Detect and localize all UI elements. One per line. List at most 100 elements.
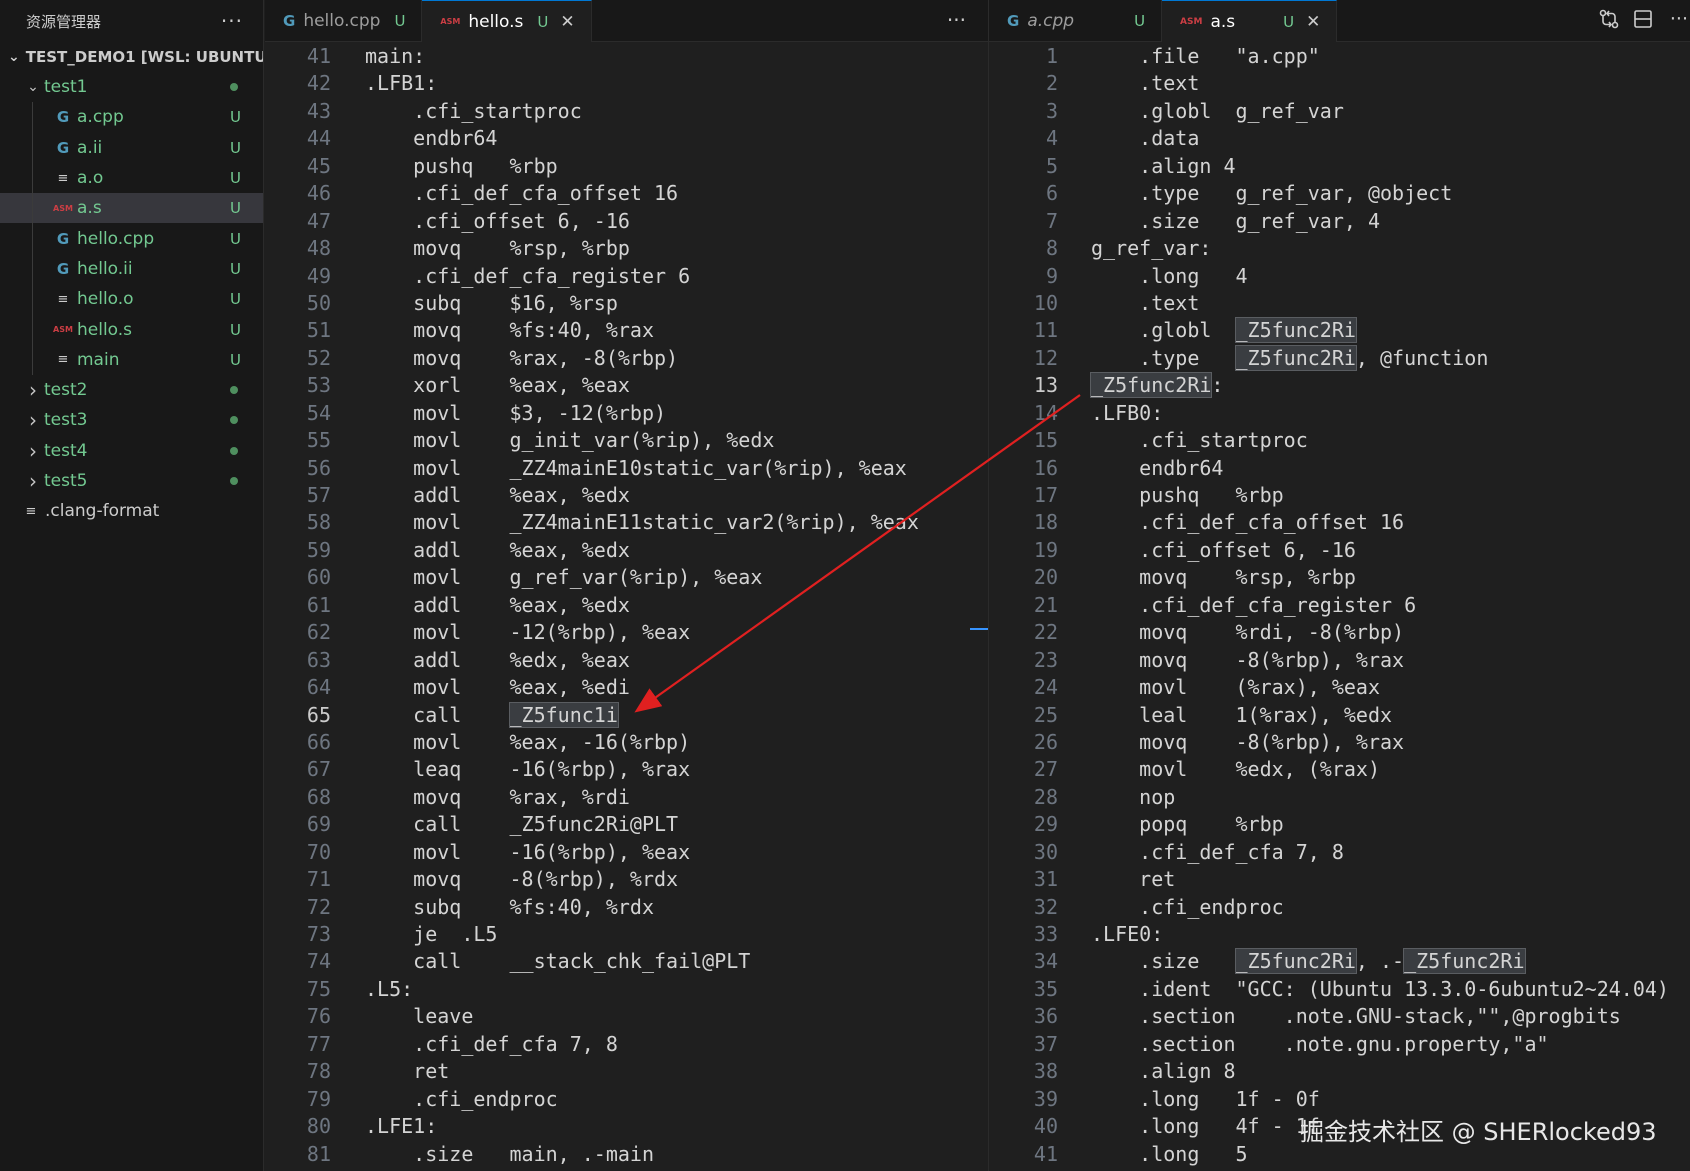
- explorer-more-actions-icon[interactable]: ···: [221, 9, 243, 33]
- tab-a-cpp[interactable]: G a.cpp U: [989, 0, 1163, 42]
- code-line[interactable]: 79 .cfi_endproc: [265, 1086, 988, 1113]
- code-line[interactable]: 71 movq -8(%rbp), %rdx: [265, 866, 988, 893]
- code-line[interactable]: 55 movl g_init_var(%rip), %edx: [265, 427, 988, 454]
- code-line[interactable]: 2 .text: [989, 70, 1690, 97]
- code-line[interactable]: 69 call _Z5func2Ri@PLT: [265, 811, 988, 838]
- code-line[interactable]: 19 .cfi_offset 6, -16: [989, 537, 1690, 564]
- code-line[interactable]: 52 movq %rax, -8(%rbp): [265, 345, 988, 372]
- code-line[interactable]: 57 addl %eax, %edx: [265, 482, 988, 509]
- code-line[interactable]: 49 .cfi_def_cfa_register 6: [265, 263, 988, 290]
- tree-item[interactable]: ASM hello.s U: [0, 314, 263, 345]
- code-line[interactable]: 3 .globl g_ref_var: [989, 98, 1690, 125]
- code-line[interactable]: 81 .size main, .-main: [265, 1141, 988, 1168]
- code-line[interactable]: 29 popq %rbp: [989, 811, 1690, 838]
- code-line[interactable]: 42 .LFB1:: [265, 70, 988, 97]
- right-code-editor[interactable]: 1 .file "a.cpp" 2 .text 3 .globl g_ref_var…: [989, 43, 1690, 1171]
- code-line[interactable]: 73 je .L5: [265, 921, 988, 948]
- code-line[interactable]: 54 movl $3, -12(%rbp): [265, 400, 988, 427]
- tab-a-s[interactable]: ASM a.s U ✕: [1162, 0, 1338, 42]
- code-line[interactable]: 38 .align 8: [989, 1058, 1690, 1085]
- tree-item[interactable]: Ghello.cpp U: [0, 223, 263, 254]
- code-line[interactable]: 67 leaq -16(%rbp), %rax: [265, 756, 988, 783]
- code-line[interactable]: 45 pushq %rbp: [265, 153, 988, 180]
- code-line[interactable]: 13 _Z5func2Ri:: [989, 372, 1690, 399]
- tree-item[interactable]: Ga.ii U: [0, 132, 263, 163]
- code-line[interactable]: 65 call _Z5func1i: [265, 701, 988, 729]
- compare-changes-icon[interactable]: [1598, 8, 1620, 35]
- code-line[interactable]: 68 movq %rax, %rdi: [265, 784, 988, 811]
- code-line[interactable]: 31 ret: [989, 866, 1690, 893]
- code-line[interactable]: 32 .cfi_endproc: [989, 894, 1690, 921]
- code-line[interactable]: 63 addl %edx, %eax: [265, 647, 988, 674]
- tree-item[interactable]: › test3: [0, 405, 263, 435]
- code-line[interactable]: 74 call __stack_chk_fail@PLT: [265, 948, 988, 975]
- code-line[interactable]: 62 movl -12(%rbp), %eax: [265, 619, 988, 646]
- code-line[interactable]: 12 .type _Z5func2Ri, @function: [989, 344, 1690, 372]
- code-line[interactable]: 47 .cfi_offset 6, -16: [265, 208, 988, 235]
- code-line[interactable]: 77 .cfi_def_cfa 7, 8: [265, 1031, 988, 1058]
- code-line[interactable]: 75 .L5:: [265, 976, 988, 1003]
- code-line[interactable]: 41 main:: [265, 43, 988, 70]
- left-code-editor[interactable]: 41 main: 42 .LFB1: 43 .cfi_startproc 44 endbr…: [265, 43, 988, 1171]
- workspace-root[interactable]: ⌄ TEST_DEMO1 [WSL: UBUNTU-2...: [0, 42, 263, 72]
- code-line[interactable]: 20 movq %rsp, %rbp: [989, 564, 1690, 591]
- close-icon[interactable]: ✕: [1306, 12, 1320, 32]
- tree-item[interactable]: › test5: [0, 466, 263, 496]
- code-line[interactable]: 48 movq %rsp, %rbp: [265, 235, 988, 262]
- code-line[interactable]: 46 .cfi_def_cfa_offset 16: [265, 180, 988, 207]
- code-line[interactable]: 26 movq -8(%rbp), %rax: [989, 729, 1690, 756]
- tab-hello-cpp[interactable]: G hello.cpp U: [265, 0, 423, 42]
- code-line[interactable]: 21 .cfi_def_cfa_register 6: [989, 592, 1690, 619]
- code-line[interactable]: 28 nop: [989, 784, 1690, 811]
- code-line[interactable]: 37 .section .note.gnu.property,"a": [989, 1031, 1690, 1058]
- tree-item[interactable]: ASM a.s U: [0, 193, 263, 224]
- code-line[interactable]: 60 movl g_ref_var(%rip), %eax: [265, 564, 988, 591]
- code-line[interactable]: 43 .cfi_startproc: [265, 98, 988, 125]
- code-line[interactable]: 30 .cfi_def_cfa 7, 8: [989, 839, 1690, 866]
- code-line[interactable]: 35 .ident "GCC: (Ubuntu 13.3.0-6ubuntu2~…: [989, 976, 1690, 1003]
- tree-item[interactable]: ⌄ test1: [0, 72, 263, 102]
- tree-item[interactable]: ≡ hello.o U: [0, 284, 263, 315]
- code-line[interactable]: 50 subq $16, %rsp: [265, 290, 988, 317]
- code-line[interactable]: 58 movl _ZZ4mainE11static_var2(%rip), %e…: [265, 509, 988, 536]
- code-line[interactable]: 24 movl (%rax), %eax: [989, 674, 1690, 701]
- tree-item[interactable]: ≡ .clang-format: [0, 496, 263, 526]
- split-editor-icon[interactable]: [1632, 8, 1654, 35]
- code-line[interactable]: 33 .LFE0:: [989, 921, 1690, 948]
- tree-item[interactable]: › test4: [0, 436, 263, 466]
- code-line[interactable]: 18 .cfi_def_cfa_offset 16: [989, 509, 1690, 536]
- tree-item[interactable]: ≡ a.o U: [0, 162, 263, 194]
- code-line[interactable]: 16 endbr64: [989, 455, 1690, 482]
- code-line[interactable]: 15 .cfi_startproc: [989, 427, 1690, 454]
- code-line[interactable]: 51 movq %fs:40, %rax: [265, 317, 988, 344]
- code-line[interactable]: 6 .type g_ref_var, @object: [989, 180, 1690, 207]
- code-line[interactable]: 39 .long 1f - 0f: [989, 1086, 1690, 1113]
- code-line[interactable]: 22 movq %rdi, -8(%rbp): [989, 619, 1690, 646]
- code-line[interactable]: 1 .file "a.cpp": [989, 43, 1690, 70]
- code-line[interactable]: 4 .data: [989, 125, 1690, 152]
- code-line[interactable]: 10 .text: [989, 290, 1690, 317]
- tree-item[interactable]: › test2: [0, 375, 263, 405]
- code-line[interactable]: 80 .LFE1:: [265, 1113, 988, 1140]
- code-line[interactable]: 17 pushq %rbp: [989, 482, 1690, 509]
- tab-hello-s[interactable]: ASM hello.s U ✕: [422, 0, 592, 42]
- code-line[interactable]: 56 movl _ZZ4mainE10static_var(%rip), %ea…: [265, 455, 988, 482]
- tree-item[interactable]: Ghello.ii U: [0, 253, 263, 285]
- code-line[interactable]: 72 subq %fs:40, %rdx: [265, 894, 988, 921]
- code-line[interactable]: 70 movl -16(%rbp), %eax: [265, 839, 988, 866]
- code-line[interactable]: 59 addl %eax, %edx: [265, 537, 988, 564]
- code-line[interactable]: 78 ret: [265, 1058, 988, 1085]
- code-line[interactable]: 53 xorl %eax, %eax: [265, 372, 988, 399]
- code-line[interactable]: 27 movl %edx, (%rax): [989, 756, 1690, 783]
- code-line[interactable]: 8 g_ref_var:: [989, 235, 1690, 262]
- code-line[interactable]: 34 .size _Z5func2Ri, .-_Z5func2Ri: [989, 948, 1690, 975]
- code-line[interactable]: 44 endbr64: [265, 125, 988, 152]
- tree-item[interactable]: ≡ main U: [0, 344, 263, 375]
- code-line[interactable]: 7 .size g_ref_var, 4: [989, 208, 1690, 235]
- more-actions-icon[interactable]: ···: [947, 8, 966, 32]
- code-line[interactable]: 14 .LFB0:: [989, 400, 1690, 427]
- code-line[interactable]: 25 leal 1(%rax), %edx: [989, 702, 1690, 729]
- code-line[interactable]: 9 .long 4: [989, 263, 1690, 290]
- code-line[interactable]: 5 .align 4: [989, 153, 1690, 180]
- code-line[interactable]: 66 movl %eax, -16(%rbp): [265, 729, 988, 756]
